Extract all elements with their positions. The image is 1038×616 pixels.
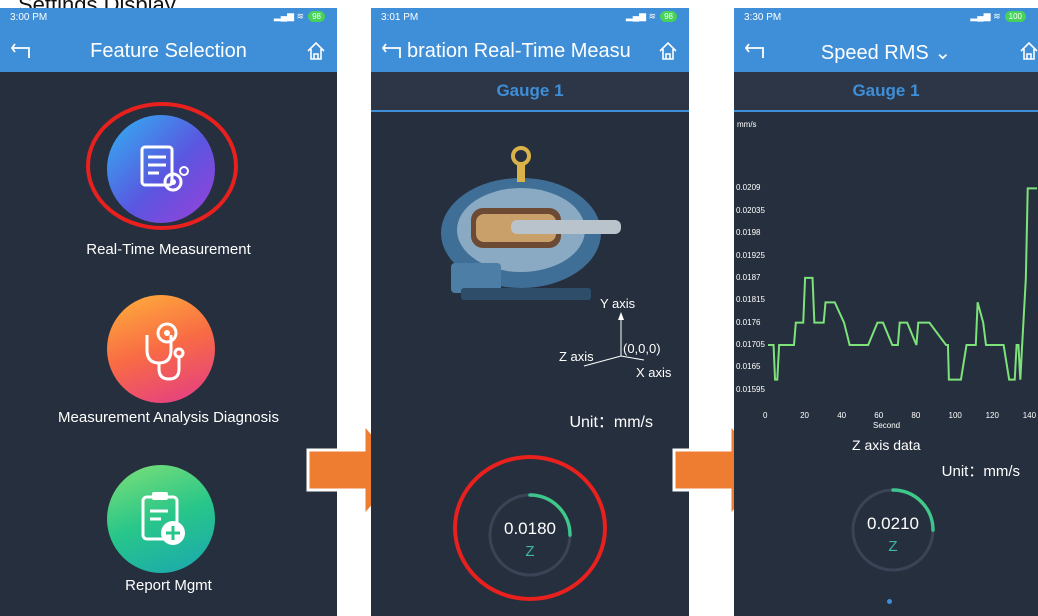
tab-label: Gauge 1 (496, 81, 564, 100)
menu-item-label: Report Mgmt (125, 577, 212, 594)
home-icon[interactable] (657, 41, 679, 61)
unit-label: Unit：mm/s (569, 414, 653, 431)
line-chart (768, 187, 1037, 381)
chart-series-line (768, 187, 1037, 381)
signal-icon: ▂▄▆ ≋ (625, 11, 657, 21)
battery-icon: 98 (660, 11, 677, 22)
app-header: bration Real-Time Measu (371, 30, 689, 72)
menu-item-label: Real-Time Measurement (86, 241, 251, 258)
x-axis-label: X axis (636, 365, 672, 380)
home-icon[interactable] (305, 41, 327, 61)
menu-item-label: Measurement Analysis Diagnosis (58, 409, 279, 426)
page-title: Feature Selection (90, 40, 247, 62)
page-indicator-dot (887, 599, 892, 604)
y-axis-label: Y axis (600, 296, 636, 311)
highlight-circle (86, 102, 238, 230)
phone-screen-real-time-measurement: 3:01 PM ▂▄▆ ≋ 98 bration Real-Time Measu … (371, 8, 689, 616)
stethoscope-icon (107, 295, 215, 403)
phone-screen-feature-selection: 3:00 PM ▂▄▆ ≋ 98 Feature Selection Real-T… (0, 8, 337, 616)
status-time: 3:01 PM (381, 12, 419, 23)
gauge-dial: 0.0210 Z (849, 486, 937, 574)
origin-label: (0,0,0) (623, 341, 661, 356)
unit-label: Unit：mm/s (941, 463, 1020, 480)
battery-icon: 98 (308, 11, 325, 22)
status-time: 3:00 PM (10, 12, 48, 23)
gauge-value: 0.0210 (867, 514, 919, 533)
tab-gauge-1[interactable]: Gauge 1 (371, 72, 689, 112)
motor-illustration (441, 146, 621, 300)
highlight-circle (453, 455, 607, 601)
signal-icon: ▂▄▆ ≋ (273, 11, 305, 21)
status-bar: 3:01 PM ▂▄▆ ≋ 98 (371, 8, 689, 30)
gauge-axis: Z (888, 538, 898, 555)
page-title: bration Real-Time Measu (407, 40, 631, 62)
chart-title: Z axis data (852, 437, 921, 453)
clipboard-add-icon (107, 465, 215, 573)
app-header: Feature Selection (0, 30, 337, 72)
phone-screen-speed-rms: 3:30 PM ▂▄▆ ≋ 100 Speed RMS ⌄ Gauge 1 mm/… (734, 8, 1038, 616)
status-bar: 3:00 PM ▂▄▆ ≋ 98 (0, 8, 337, 30)
z-axis-label: Z axis (559, 349, 594, 364)
back-icon[interactable] (381, 42, 403, 60)
